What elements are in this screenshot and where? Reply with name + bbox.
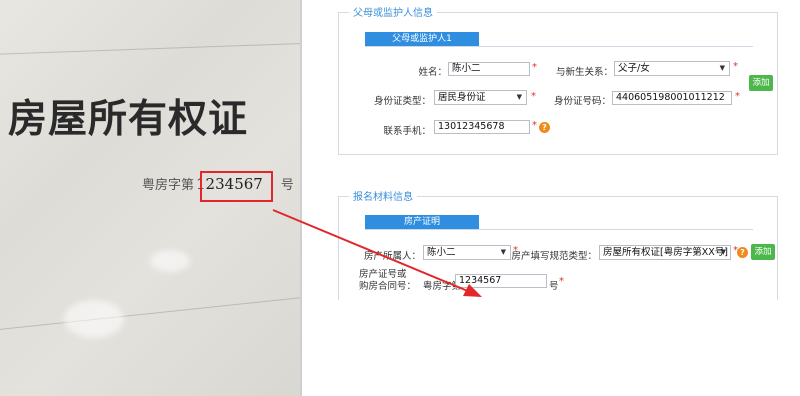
id-type-value: 居民身份证 xyxy=(438,92,486,103)
certificate-suffix: 号 xyxy=(280,178,294,193)
paper-fold-line xyxy=(0,293,302,332)
chevron-down-icon: ▼ xyxy=(516,93,522,101)
photo-edge xyxy=(300,0,302,396)
cert-number-label: 房产证号或 购房合同号： xyxy=(359,269,421,293)
help-icon[interactable]: ? xyxy=(539,122,550,133)
relation-label: 与新生关系： xyxy=(555,67,613,78)
guardian-info-panel: 父母或监护人信息 父母或监护人1 姓名： 陈小二 * 与新生关系： 父子/女 ▼ … xyxy=(338,4,778,155)
certificate-title: 房屋所有权证 xyxy=(8,96,249,142)
chevron-down-icon: ▼ xyxy=(720,248,726,256)
id-type-select[interactable]: 居民身份证 ▼ xyxy=(434,90,527,105)
relation-select[interactable]: 父子/女 ▼ xyxy=(614,61,730,76)
cert-number-label-line2: 购房合同号： xyxy=(359,281,417,292)
paper-smudge xyxy=(150,250,190,272)
certificate-photo: 房屋所有权证 粤房字第 1234567 号 xyxy=(0,0,302,396)
required-mark: * xyxy=(735,91,740,102)
chevron-down-icon: ▼ xyxy=(719,64,725,72)
paper-fold-line xyxy=(0,41,302,56)
property-type-label: 房产填写规范类型： xyxy=(511,251,597,262)
certificate-prefix: 粤房字第 xyxy=(142,178,195,193)
required-mark: * xyxy=(532,120,537,131)
owner-select[interactable]: 陈小二 ▼ xyxy=(423,245,511,260)
help-icon[interactable]: ? xyxy=(737,247,748,258)
property-type-value: 房屋所有权证[粤房字第XX号] xyxy=(603,247,728,258)
cert-number-input[interactable]: 1234567 xyxy=(455,274,547,288)
name-input[interactable]: 陈小二 xyxy=(448,62,530,76)
required-mark: * xyxy=(559,276,564,287)
materials-info-panel: 报名材料信息 房产证明 房产所属人： 陈小二 ▼ * 房产填写规范类型： 房屋所有… xyxy=(338,188,778,300)
phone-input[interactable]: 13012345678 xyxy=(434,120,530,134)
id-type-label: 身份证类型： xyxy=(373,96,431,107)
relation-value: 父子/女 xyxy=(618,63,650,74)
cert-number-suffix: 号 xyxy=(549,281,559,292)
id-number-input[interactable]: 440605198001011212 xyxy=(612,91,732,105)
property-type-select[interactable]: 房屋所有权证[粤房字第XX号] ▼ xyxy=(599,245,731,260)
id-number-label: 身份证号码： xyxy=(553,96,611,107)
number-highlight-box xyxy=(200,171,273,202)
add-guardian-button[interactable]: 添加 xyxy=(749,75,773,91)
owner-value: 陈小二 xyxy=(427,247,456,258)
required-mark: * xyxy=(733,61,738,72)
owner-label: 房产所属人： xyxy=(363,251,421,262)
paper-smudge xyxy=(64,300,124,338)
materials-tab-strip: 房产证明 xyxy=(365,215,753,230)
guardian-legend: 父母或监护人信息 xyxy=(349,4,437,19)
guardian-tab-strip: 父母或监护人1 xyxy=(365,32,753,47)
cert-number-label-line1: 房产证号或 xyxy=(359,269,407,280)
phone-label: 联系手机： xyxy=(383,126,431,137)
required-mark: * xyxy=(532,62,537,73)
name-label: 姓名： xyxy=(418,67,447,78)
materials-legend: 报名材料信息 xyxy=(349,188,417,203)
tab-property-proof[interactable]: 房产证明 xyxy=(365,215,479,229)
add-material-button[interactable]: 添加 xyxy=(751,244,775,260)
tab-guardian-1[interactable]: 父母或监护人1 xyxy=(365,32,479,46)
